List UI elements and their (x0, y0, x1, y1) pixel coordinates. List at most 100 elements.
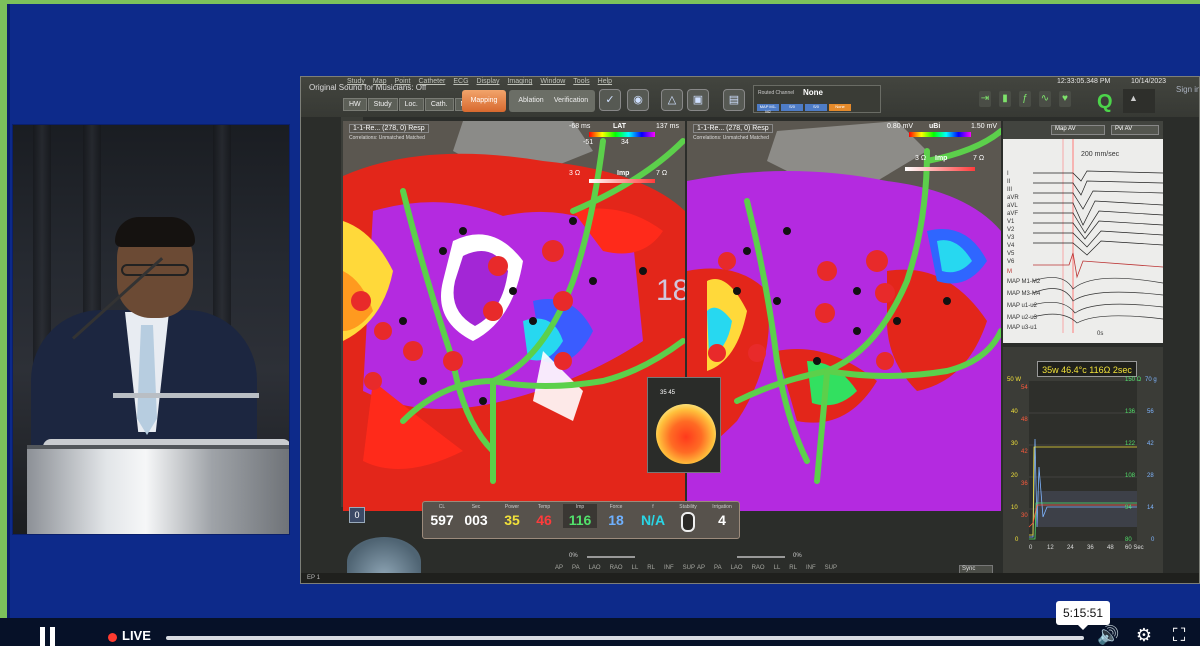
tab-verification[interactable]: Verification (547, 90, 595, 112)
tab-hw[interactable]: HW (343, 98, 367, 111)
indicator-value: N/A (640, 512, 666, 528)
view-ll[interactable]: LL (632, 565, 639, 571)
menu-help[interactable]: Help (598, 78, 612, 85)
gauge-icon[interactable]: ◉ (627, 89, 649, 111)
view-ap[interactable]: AP (555, 565, 563, 571)
fullscreen-icon[interactable]: ⛶ (1168, 624, 1190, 646)
view-pa[interactable]: PA (714, 565, 722, 571)
ablation-graph-panel[interactable]: 35w 46.4°c 116Ω 2sec 50 W 40 30 20 10 0 … (1003, 347, 1163, 577)
x-axis-tick: 24 (1067, 545, 1074, 551)
view-rl[interactable]: RL (789, 565, 797, 571)
pause-button[interactable] (30, 618, 66, 646)
system-logo: ▲ (1123, 89, 1155, 113)
indicator-fti: f N/A (635, 504, 671, 528)
imp-min-label: 3 Ω (569, 170, 581, 177)
sign-in-link[interactable]: Sign in (1176, 85, 1199, 94)
y-axis-force: 28 (1147, 473, 1154, 479)
x-axis-tick: 0 (1029, 545, 1033, 551)
y-axis-force: 42 (1147, 441, 1154, 447)
ubi-title: uBi (929, 123, 941, 130)
progress-bar[interactable] (166, 636, 1084, 640)
panel-icon[interactable]: ▮ (999, 91, 1011, 107)
view-pa[interactable]: PA (572, 565, 580, 571)
ecg-lead-label: aVF (1007, 211, 1019, 217)
imp-color-scale[interactable] (589, 179, 655, 183)
y-axis-ohm: 94 (1125, 505, 1132, 511)
menu-display[interactable]: Display (477, 78, 500, 85)
x-axis-tick: 36 (1087, 545, 1094, 551)
workflow-seg-tabs: HW Study Loc. Cath. Map (343, 98, 481, 111)
opacity-left-slider[interactable] (587, 556, 635, 558)
routed-channel-box[interactable]: Routed Channel None MAP M1-M2 S/0 S/0 No… (753, 85, 881, 114)
imp-color-scale[interactable] (905, 167, 975, 171)
menu-map[interactable]: Map (373, 78, 387, 85)
x-axis-tick: 60 Sec (1125, 545, 1144, 551)
view-rl[interactable]: RL (647, 565, 655, 571)
indicator-name: Temp (537, 504, 551, 510)
view-ap[interactable]: AP (697, 565, 705, 571)
y-axis-temp: 36 (1021, 481, 1028, 487)
live-label[interactable]: LIVE (122, 628, 151, 643)
tab-study[interactable]: Study (367, 98, 398, 111)
routed-pill[interactable]: S/0 (805, 104, 827, 111)
mapping-screen: Original Sound for Musicians: Off Study … (300, 76, 1200, 584)
opacity-right-slider[interactable] (737, 556, 785, 558)
tab-loc[interactable]: Loc. (398, 98, 424, 111)
triangle-logo-icon: ▲ (1129, 93, 1138, 103)
function-icon[interactable]: ƒ (1019, 91, 1031, 107)
lat-color-scale[interactable] (589, 132, 655, 137)
gear-icon[interactable]: ⚙ (1133, 624, 1155, 646)
indicator-value: 18 (608, 512, 624, 528)
tab-cath[interactable]: Cath. (424, 98, 454, 111)
layer-number-box[interactable]: 0 (349, 507, 365, 523)
view-lad[interactable]: LAO (589, 565, 601, 571)
menu-imaging[interactable]: Imaging (507, 78, 532, 85)
routed-pill[interactable]: MAP M1-M2 (757, 104, 779, 114)
view-inf[interactable]: INF (664, 565, 674, 571)
y-axis-temp: 54 (1021, 385, 1028, 391)
view-rao[interactable]: RAO (610, 565, 623, 571)
menu-tools[interactable]: Tools (573, 78, 589, 85)
tab-mapping[interactable]: Mapping (462, 90, 506, 112)
menu-point[interactable]: Point (395, 78, 411, 85)
frame-top-border (0, 0, 1200, 4)
triangle-icon[interactable]: △ (661, 89, 683, 111)
lat-map-panel[interactable]: 1-1-Re... (278, 0) Resp Correlations: Un… (343, 121, 685, 511)
view-rao[interactable]: RAO (752, 565, 765, 571)
monitor-icon[interactable]: ▤ (723, 89, 745, 111)
ecg-lead-label: V2 (1007, 227, 1015, 233)
ecg-lead-label: I (1007, 171, 1009, 177)
view-ll[interactable]: LL (774, 565, 781, 571)
menu-study[interactable]: Study (347, 78, 365, 85)
ecg-panel[interactable]: Map AV Pvl AV 200 mm/sec I II III aVR aV… (1003, 121, 1163, 343)
y-axis-watts: 20 (1011, 473, 1018, 479)
routed-pill[interactable]: S/0 (781, 104, 803, 111)
indicator-temp: Temp 46 (531, 504, 557, 528)
heart-icon[interactable]: ♥ (1059, 91, 1071, 107)
view-sup[interactable]: SUP (825, 565, 837, 571)
view-sup[interactable]: SUP (683, 565, 695, 571)
ubi-color-scale[interactable] (909, 132, 971, 137)
map-selector[interactable]: 1-1-Re... (278, 0) Resp (693, 124, 773, 133)
y-axis-temp: 42 (1021, 449, 1028, 455)
map-lead-label: MAP M1-M2 (1007, 279, 1041, 285)
y-axis-force: 0 (1151, 537, 1155, 543)
view-inf[interactable]: INF (806, 565, 816, 571)
ecg-lead-label: V6 (1007, 259, 1015, 265)
volume-icon[interactable]: 🔊 (1097, 624, 1119, 646)
routed-pill[interactable]: None (829, 104, 851, 111)
view-lao[interactable]: LAO (731, 565, 743, 571)
checkmark-icon[interactable]: ✓ (599, 89, 621, 111)
indicator-imp: Imp 116 (563, 504, 597, 528)
export-icon[interactable]: ⇥ (979, 91, 991, 107)
menu-catheter[interactable]: Catheter (419, 78, 446, 85)
menu-window[interactable]: Window (540, 78, 565, 85)
contact-force-widget[interactable]: 35 45 (647, 377, 721, 473)
lat-max-label: 137 ms (656, 123, 679, 130)
map-selector[interactable]: 1-1-Re... (278, 0) Resp (349, 124, 429, 133)
camera-icon[interactable]: ▣ (687, 89, 709, 111)
ecg-icon[interactable]: ∿ (1039, 91, 1051, 107)
stability-icon (681, 512, 695, 532)
menu-ecg[interactable]: ECG (453, 78, 468, 85)
ubi-map-panel[interactable]: 1-1-Re... (278, 0) Resp Correlations: Un… (687, 121, 1001, 511)
